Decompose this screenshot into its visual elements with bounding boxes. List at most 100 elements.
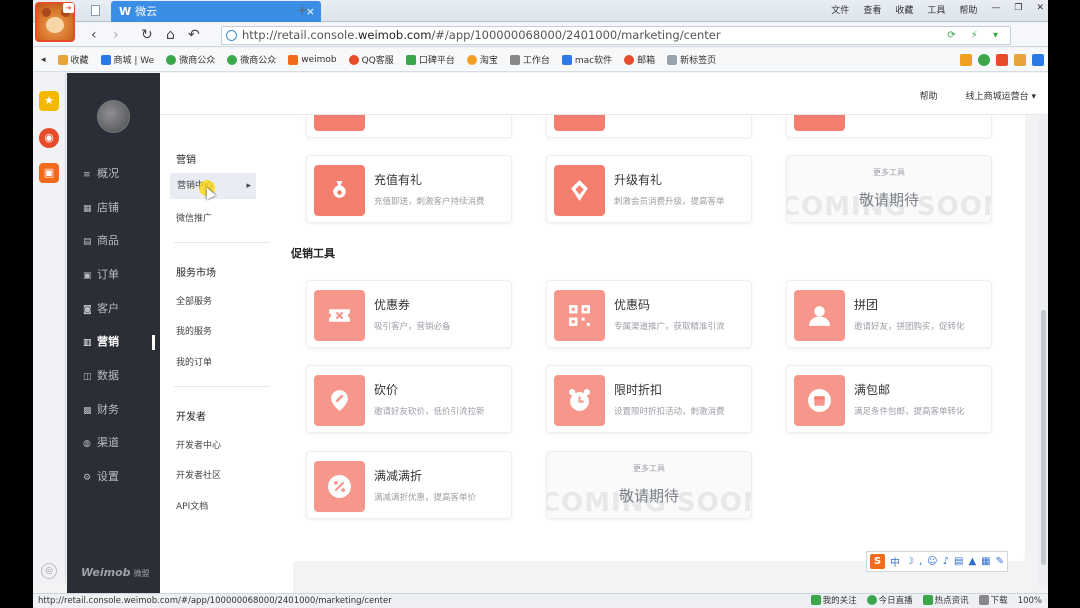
wrench-icon[interactable]: ✎: [996, 556, 1004, 567]
bookmark-item[interactable]: 工作台: [509, 53, 550, 66]
diamond-icon: [554, 165, 605, 216]
tool-card-bargain[interactable]: 砍价 邀请好友砍价，低价引流拉新: [306, 365, 512, 433]
bookmark-item[interactable]: weimob: [288, 54, 337, 65]
extension-icon[interactable]: [1014, 54, 1026, 66]
undo-icon[interactable]: ↶: [188, 26, 200, 44]
favorites-star-icon[interactable]: ★: [39, 91, 59, 111]
tool-card-coupon[interactable]: 优惠券 吸引客户，营销必备: [306, 280, 512, 348]
submenu-item-my-services[interactable]: 我的服务: [176, 324, 212, 337]
site-icon: [466, 54, 477, 65]
submenu-item-all-services[interactable]: 全部服务: [176, 294, 212, 307]
browser-tab-active[interactable]: W 微云 ×: [111, 1, 321, 22]
logo-ear-left: [42, 8, 51, 17]
menu-file[interactable]: 文件: [831, 3, 849, 16]
tool-card-promo-code[interactable]: 优惠码 专属渠道推广，获取精准引流: [546, 280, 752, 348]
skin-icon[interactable]: ▲: [968, 556, 976, 567]
status-right: 我的关注 今日直播 热点资讯 下载 100%: [810, 594, 1042, 608]
ime-mode[interactable]: 中: [890, 554, 900, 569]
menu-favorites[interactable]: 收藏: [895, 3, 913, 16]
ime-toolbar: S 中 ☽ , ☺ ♪ ▤ ▲ ▦ ✎: [866, 551, 1008, 572]
tool-card-group-buy[interactable]: 拼团 邀请好友，拼团购买，促转化: [786, 280, 992, 348]
submenu-item-api-docs[interactable]: API文档: [176, 499, 208, 512]
nav-item-settings[interactable]: ⚙ 设置: [83, 467, 160, 487]
tool-card-free-shipping[interactable]: 满包邮 满足条件包邮，提高客单转化: [786, 365, 992, 433]
bookmark-item[interactable]: 淘宝: [466, 53, 498, 66]
nav-item-data[interactable]: ◫ 数据: [83, 366, 160, 386]
extension-icon[interactable]: [1032, 54, 1044, 66]
account-switcher[interactable]: 线上商城运营台 ▾: [966, 89, 1036, 102]
bookmark-item[interactable]: 口碑平台: [405, 53, 455, 66]
submenu-item-dev-center[interactable]: 开发者中心: [176, 438, 221, 451]
tool-card-full-reduction[interactable]: 满减满折 满减满折优惠，提高客单价: [306, 451, 512, 519]
keyboard-icon[interactable]: ▤: [954, 556, 963, 567]
bookmark-label: 收藏: [70, 56, 89, 66]
tool-card[interactable]: [786, 115, 992, 138]
bookmark-item[interactable]: 收藏: [57, 53, 89, 66]
tool-card-upgrade-gift[interactable]: 升级有礼 刺激会员消费升级，提高客单: [546, 155, 752, 223]
submenu-item-wechat-promo[interactable]: 微信推广: [176, 211, 212, 224]
weibo-icon[interactable]: ◉: [39, 128, 59, 148]
emoji-icon[interactable]: ☺: [927, 556, 937, 567]
bookmark-item[interactable]: 微商公众: [166, 53, 215, 66]
back-icon[interactable]: ‹: [91, 26, 97, 44]
bookmark-item[interactable]: mac软件: [561, 53, 612, 66]
refresh-icon[interactable]: ↻: [141, 26, 153, 44]
status-label: 我的关注: [822, 596, 857, 606]
sogou-logo-icon[interactable]: S: [870, 554, 885, 569]
nav-item-products[interactable]: ▤ 商品: [83, 231, 160, 251]
browser-sidebar: ★ ◉ ▣ ◎: [33, 73, 66, 583]
avatar[interactable]: [97, 100, 130, 133]
bookmark-item[interactable]: 邮箱: [624, 53, 655, 66]
punctuation-icon[interactable]: ,: [919, 556, 922, 567]
status-news[interactable]: 热点资讯: [922, 594, 969, 608]
nav-item-overview[interactable]: ≡ 概况: [83, 164, 160, 184]
extension-icon[interactable]: [960, 54, 972, 66]
status-download[interactable]: 下载: [978, 594, 1008, 608]
maximize-icon[interactable]: ❐: [1014, 3, 1022, 16]
close-window-icon[interactable]: ✕: [1036, 3, 1044, 16]
scrollbar-thumb[interactable]: [1041, 310, 1046, 565]
moon-icon[interactable]: ☽: [905, 556, 914, 567]
sidebar-settings-icon[interactable]: ◎: [41, 563, 57, 579]
tool-card-flash-discount[interactable]: 限时折扣 设置限时折扣活动，刺激消费: [546, 365, 752, 433]
bookmark-item[interactable]: 微商公众: [227, 53, 276, 66]
nav-item-label: 概况: [97, 167, 119, 180]
nav-item-finance[interactable]: ▩ 财务: [83, 400, 160, 420]
nav-item-marketing[interactable]: ▥ 营销: [83, 332, 160, 352]
submenu-item-my-orders[interactable]: 我的订单: [176, 355, 212, 368]
extension-icon[interactable]: [996, 54, 1008, 66]
note-icon[interactable]: ▣: [39, 163, 59, 183]
page-scrollbar[interactable]: [1039, 115, 1048, 585]
url-action-icons[interactable]: ⟳ ⚡ ▾: [947, 27, 1004, 44]
home-icon[interactable]: ⌂: [166, 26, 175, 44]
bookmark-label: 商城 | We: [113, 56, 155, 66]
menu-tools[interactable]: 工具: [927, 3, 945, 16]
submenu-item-dev-community[interactable]: 开发者社区: [176, 468, 221, 481]
tool-card[interactable]: [306, 115, 512, 138]
new-tab-button[interactable]: +: [296, 1, 309, 19]
nav-item-store[interactable]: ▦ 店铺: [83, 198, 160, 218]
toolbox-icon[interactable]: ▦: [981, 556, 990, 567]
nav-item-orders[interactable]: ▣ 订单: [83, 265, 160, 285]
microphone-icon[interactable]: ♪: [943, 556, 949, 567]
tool-card[interactable]: [546, 115, 752, 138]
extension-icon[interactable]: [978, 54, 990, 66]
bookmarks-toggle-icon[interactable]: ◂: [41, 55, 46, 65]
nav-item-label: 设置: [97, 470, 119, 483]
bookmark-item[interactable]: QQ客服: [348, 53, 394, 66]
nav-item-customers[interactable]: ◙ 客户: [83, 299, 160, 319]
help-link[interactable]: 帮助: [920, 89, 938, 102]
menu-view[interactable]: 查看: [863, 3, 881, 16]
address-bar[interactable]: http://retail.console.weimob.com/#/app/1…: [221, 26, 1011, 45]
bookmark-item[interactable]: 商城 | We: [100, 53, 155, 66]
nav-item-channels[interactable]: ◍ 渠道: [83, 433, 160, 453]
menu-help[interactable]: 帮助: [959, 3, 977, 16]
status-follow[interactable]: 我的关注: [810, 594, 857, 608]
coupon-icon: [314, 290, 365, 341]
forward-icon[interactable]: ›: [113, 26, 119, 44]
minimize-icon[interactable]: —: [991, 3, 1000, 16]
tool-card-recharge-gift[interactable]: 充值有礼 充值即送，刺激客户持续消费: [306, 155, 512, 223]
bookmark-item[interactable]: 新标签页: [667, 53, 716, 66]
status-live[interactable]: 今日直播: [866, 594, 913, 608]
status-zoom[interactable]: 100%: [1018, 594, 1042, 608]
